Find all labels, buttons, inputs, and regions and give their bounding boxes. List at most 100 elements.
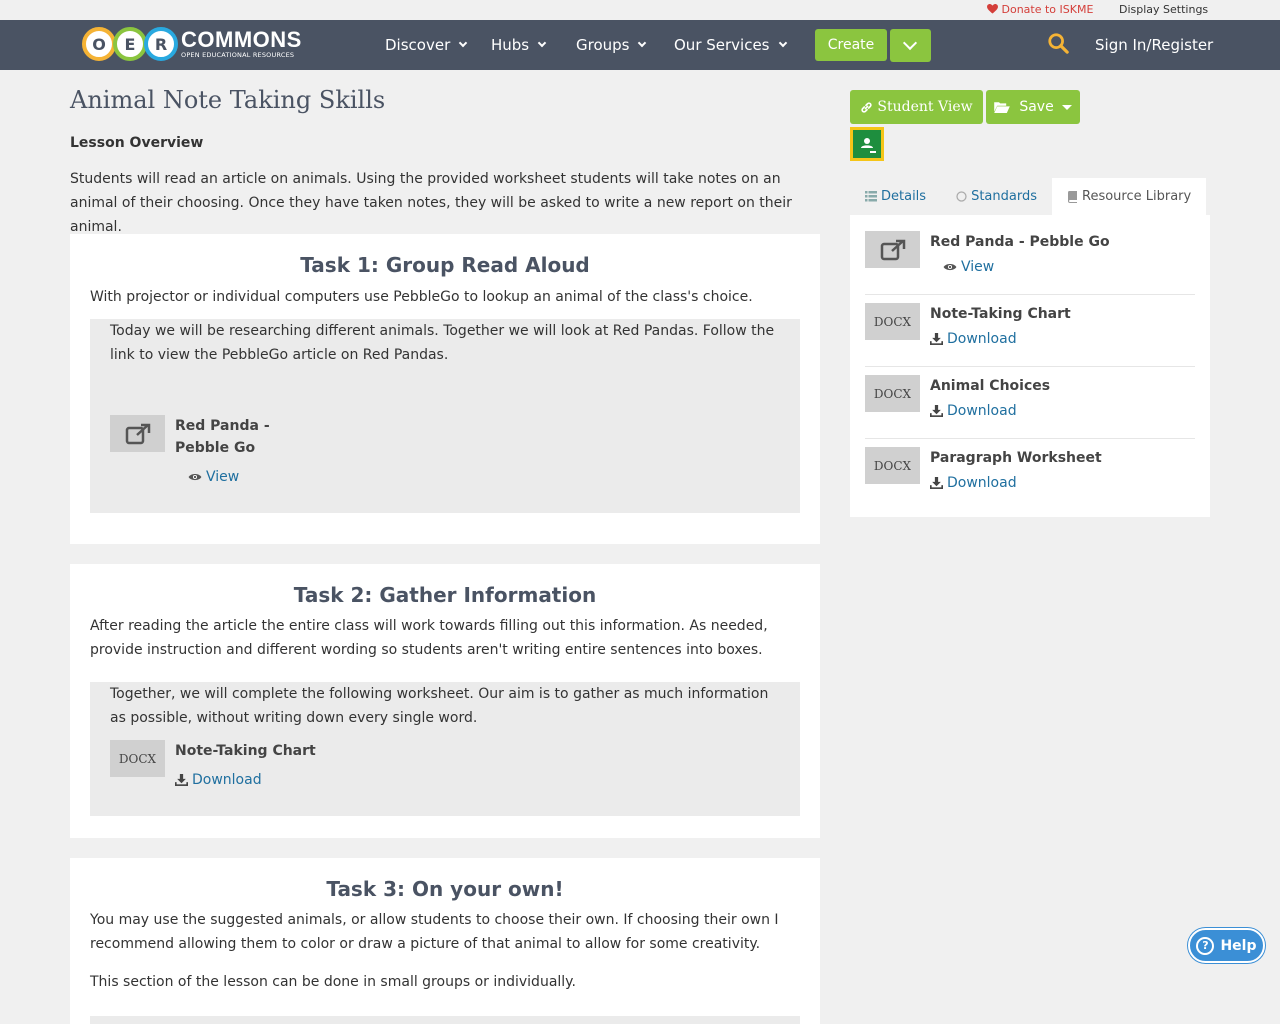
book-icon	[1067, 190, 1077, 203]
search-icon[interactable]	[1047, 32, 1069, 58]
library-item: DOCX Animal Choices Download	[865, 375, 1195, 439]
task-2-inset-text: Together, we will complete the following…	[110, 686, 769, 726]
library-item-name[interactable]: Red Panda - Pebble Go	[930, 231, 1110, 253]
view-label: View	[206, 469, 240, 485]
lesson-overview-text: Students will read an article on animals…	[70, 171, 792, 235]
chevron-down-icon	[902, 35, 918, 51]
nav-groups[interactable]: Groups	[576, 20, 647, 70]
chevron-down-icon	[778, 38, 787, 48]
nav-our-services-label: Our Services	[674, 36, 770, 54]
create-button[interactable]: Create	[815, 29, 887, 61]
logo-letter-o: O	[82, 27, 116, 61]
student-view-label: Student View	[877, 99, 973, 115]
nav-hubs-label: Hubs	[491, 36, 530, 54]
eye-icon	[943, 263, 957, 271]
resource-library-panel: Red Panda - Pebble Go View DOCX Note-Tak…	[850, 215, 1210, 517]
tab-standards[interactable]: Standards	[941, 178, 1052, 215]
download-link[interactable]: Download	[930, 331, 1071, 347]
task-2-title: Task 2: Gather Information	[293, 583, 597, 607]
nav-our-services[interactable]: Our Services	[674, 20, 787, 70]
oer-commons-logo[interactable]: O E R COMMONS OPEN EDUCATIONAL RESOURCES	[82, 27, 302, 61]
tab-resource-library[interactable]: Resource Library	[1052, 178, 1207, 215]
utility-bar: Donate to ISKME Display Settings	[0, 0, 1280, 20]
nav-discover[interactable]: Discover	[385, 20, 468, 70]
help-label: Help	[1220, 937, 1257, 954]
task-2-intro: After reading the article the entire cla…	[90, 618, 768, 658]
docx-thumbnail[interactable]: DOCX	[865, 447, 920, 484]
docx-thumbnail[interactable]: DOCX	[865, 303, 920, 340]
nav-hubs[interactable]: Hubs	[491, 20, 547, 70]
chevron-down-icon	[458, 38, 468, 48]
external-link-icon[interactable]	[110, 415, 165, 452]
download-icon	[930, 477, 943, 489]
library-item-name[interactable]: Note-Taking Chart	[930, 303, 1071, 325]
task-3-inset	[90, 1016, 800, 1024]
task-2-resource: DOCX Note-Taking Chart Download	[110, 740, 316, 792]
student-view-button[interactable]: Student View	[850, 90, 983, 124]
view-label: View	[961, 259, 995, 275]
task-3-intro: You may use the suggested animals, or al…	[90, 912, 779, 952]
task-2-card: Task 2: Gather Information After reading…	[70, 564, 820, 838]
nav-groups-label: Groups	[576, 36, 630, 54]
logo-letter-e: E	[113, 27, 147, 61]
download-link[interactable]: Download	[930, 475, 1102, 491]
tab-details[interactable]: Details	[850, 178, 941, 215]
task-3-card: Task 3: On your own! You may use the sug…	[70, 858, 820, 1024]
display-settings-link[interactable]: Display Settings	[1119, 3, 1208, 16]
task-1-card: Task 1: Group Read Aloud With projector …	[70, 234, 820, 544]
sign-in-register-link[interactable]: Sign In/Register	[1095, 20, 1213, 70]
page-title: Animal Note Taking Skills	[70, 86, 386, 114]
donate-label: Donate to ISKME	[1001, 3, 1094, 16]
main-nav: O E R COMMONS OPEN EDUCATIONAL RESOURCES…	[0, 20, 1280, 70]
circle-icon	[956, 191, 967, 202]
caret-down-icon	[1061, 104, 1072, 110]
tab-resource-library-label: Resource Library	[1082, 189, 1192, 204]
task-2-inset: Together, we will complete the following…	[90, 682, 800, 816]
google-classroom-icon[interactable]	[850, 127, 884, 161]
task-3-intro-2: This section of the lesson can be done i…	[90, 974, 576, 990]
task-3-title: Task 3: On your own!	[326, 877, 564, 901]
help-button[interactable]: ? Help	[1188, 928, 1265, 963]
download-icon	[930, 405, 943, 417]
docx-thumbnail[interactable]: DOCX	[865, 375, 920, 412]
list-icon	[865, 191, 877, 202]
heart-icon	[987, 4, 998, 14]
resource-name[interactable]: Note-Taking Chart	[175, 740, 316, 762]
download-icon	[930, 333, 943, 345]
chevron-down-icon	[537, 38, 547, 48]
task-1-resource: Red Panda - Pebble Go View	[110, 415, 315, 489]
download-link[interactable]: Download	[175, 768, 316, 792]
question-icon: ?	[1196, 936, 1215, 955]
tab-details-label: Details	[881, 189, 927, 204]
logo-letter-r: R	[144, 27, 178, 61]
donate-link[interactable]: Donate to ISKME	[987, 3, 1093, 16]
task-1-inset-text: Today we will be researching different a…	[110, 323, 775, 363]
nav-discover-label: Discover	[385, 36, 451, 54]
resource-name[interactable]: Red Panda - Pebble Go	[175, 415, 315, 459]
folder-open-icon	[994, 102, 1011, 113]
external-link-icon[interactable]	[865, 231, 920, 268]
logo-name: COMMONS	[181, 27, 302, 53]
sidebar-tabs: Details Standards Resource Library	[850, 178, 1210, 215]
view-link[interactable]: View	[943, 259, 1110, 275]
download-label: Download	[192, 772, 262, 788]
task-1-inset: Today we will be researching different a…	[90, 319, 800, 513]
save-label: Save	[1019, 99, 1054, 115]
library-item-name[interactable]: Paragraph Worksheet	[930, 447, 1102, 469]
view-link[interactable]: View	[188, 465, 315, 489]
download-label: Download	[947, 403, 1017, 419]
library-item: Red Panda - Pebble Go View	[865, 231, 1195, 295]
docx-thumbnail[interactable]: DOCX	[110, 740, 165, 777]
logo-tagline: OPEN EDUCATIONAL RESOURCES	[181, 51, 295, 60]
library-item-name[interactable]: Animal Choices	[930, 375, 1050, 397]
download-link[interactable]: Download	[930, 403, 1050, 419]
tab-standards-label: Standards	[971, 189, 1037, 204]
create-dropdown-button[interactable]	[890, 29, 931, 62]
link-icon	[861, 101, 873, 113]
task-1-title: Task 1: Group Read Aloud	[300, 253, 590, 277]
lesson-overview-heading: Lesson Overview	[70, 135, 204, 151]
save-button[interactable]: Save	[986, 90, 1080, 124]
library-item: DOCX Paragraph Worksheet Download	[865, 447, 1195, 511]
download-label: Download	[947, 475, 1017, 491]
library-item: DOCX Note-Taking Chart Download	[865, 303, 1195, 367]
